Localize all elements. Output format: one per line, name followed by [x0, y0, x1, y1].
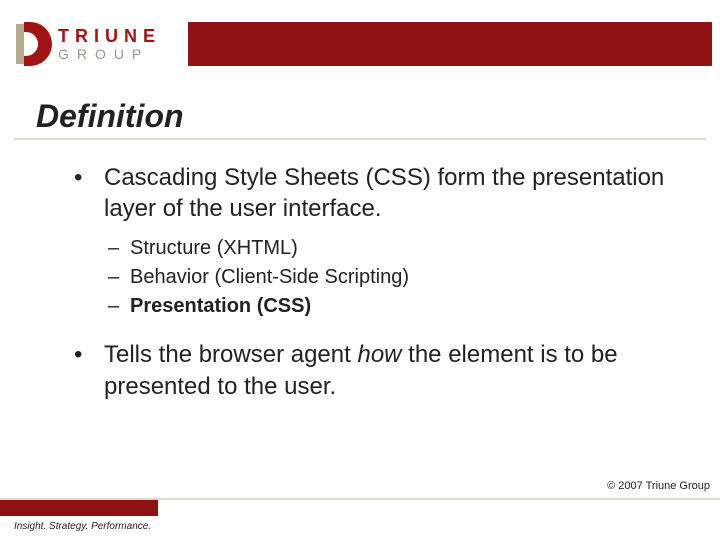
sub-text: Behavior (Client-Side Scripting) — [130, 266, 409, 288]
copyright: © 2007 Triune Group — [607, 480, 710, 492]
title-rule — [14, 138, 706, 140]
sub-text: Structure (XHTML) — [130, 237, 298, 259]
sub-item: Presentation (CSS) — [108, 292, 680, 321]
sub-item: Behavior (Client-Side Scripting) — [108, 263, 680, 292]
content: Cascading Style Sheets (CSS) form the pr… — [74, 162, 680, 420]
logo-text: TRIUNE GROUP — [58, 27, 161, 61]
bullet-item: Tells the browser agent how the element … — [74, 339, 680, 401]
footer-accent-bar — [0, 500, 158, 516]
slide: TRIUNE GROUP Definition Cascading Style … — [0, 0, 720, 540]
sub-text: Presentation (CSS) — [130, 295, 311, 317]
bullet-item: Cascading Style Sheets (CSS) form the pr… — [74, 162, 680, 321]
tagline: Insight. Strategy. Performance. — [14, 521, 151, 532]
logo-mark-icon — [16, 22, 52, 66]
sub-item: Structure (XHTML) — [108, 234, 680, 263]
bullet-list: Cascading Style Sheets (CSS) form the pr… — [74, 162, 680, 402]
bullet-text: Cascading Style Sheets (CSS) form the pr… — [104, 164, 664, 222]
sub-list: Structure (XHTML) Behavior (Client-Side … — [108, 234, 680, 321]
bullet-text-part: Tells the browser agent — [104, 341, 357, 368]
bullet-text-part: how — [357, 341, 401, 368]
logo-line1: TRIUNE — [58, 27, 161, 45]
logo-line2: GROUP — [58, 47, 161, 61]
header-bar — [188, 22, 712, 66]
slide-title: Definition — [36, 98, 184, 135]
logo: TRIUNE GROUP — [16, 18, 184, 70]
